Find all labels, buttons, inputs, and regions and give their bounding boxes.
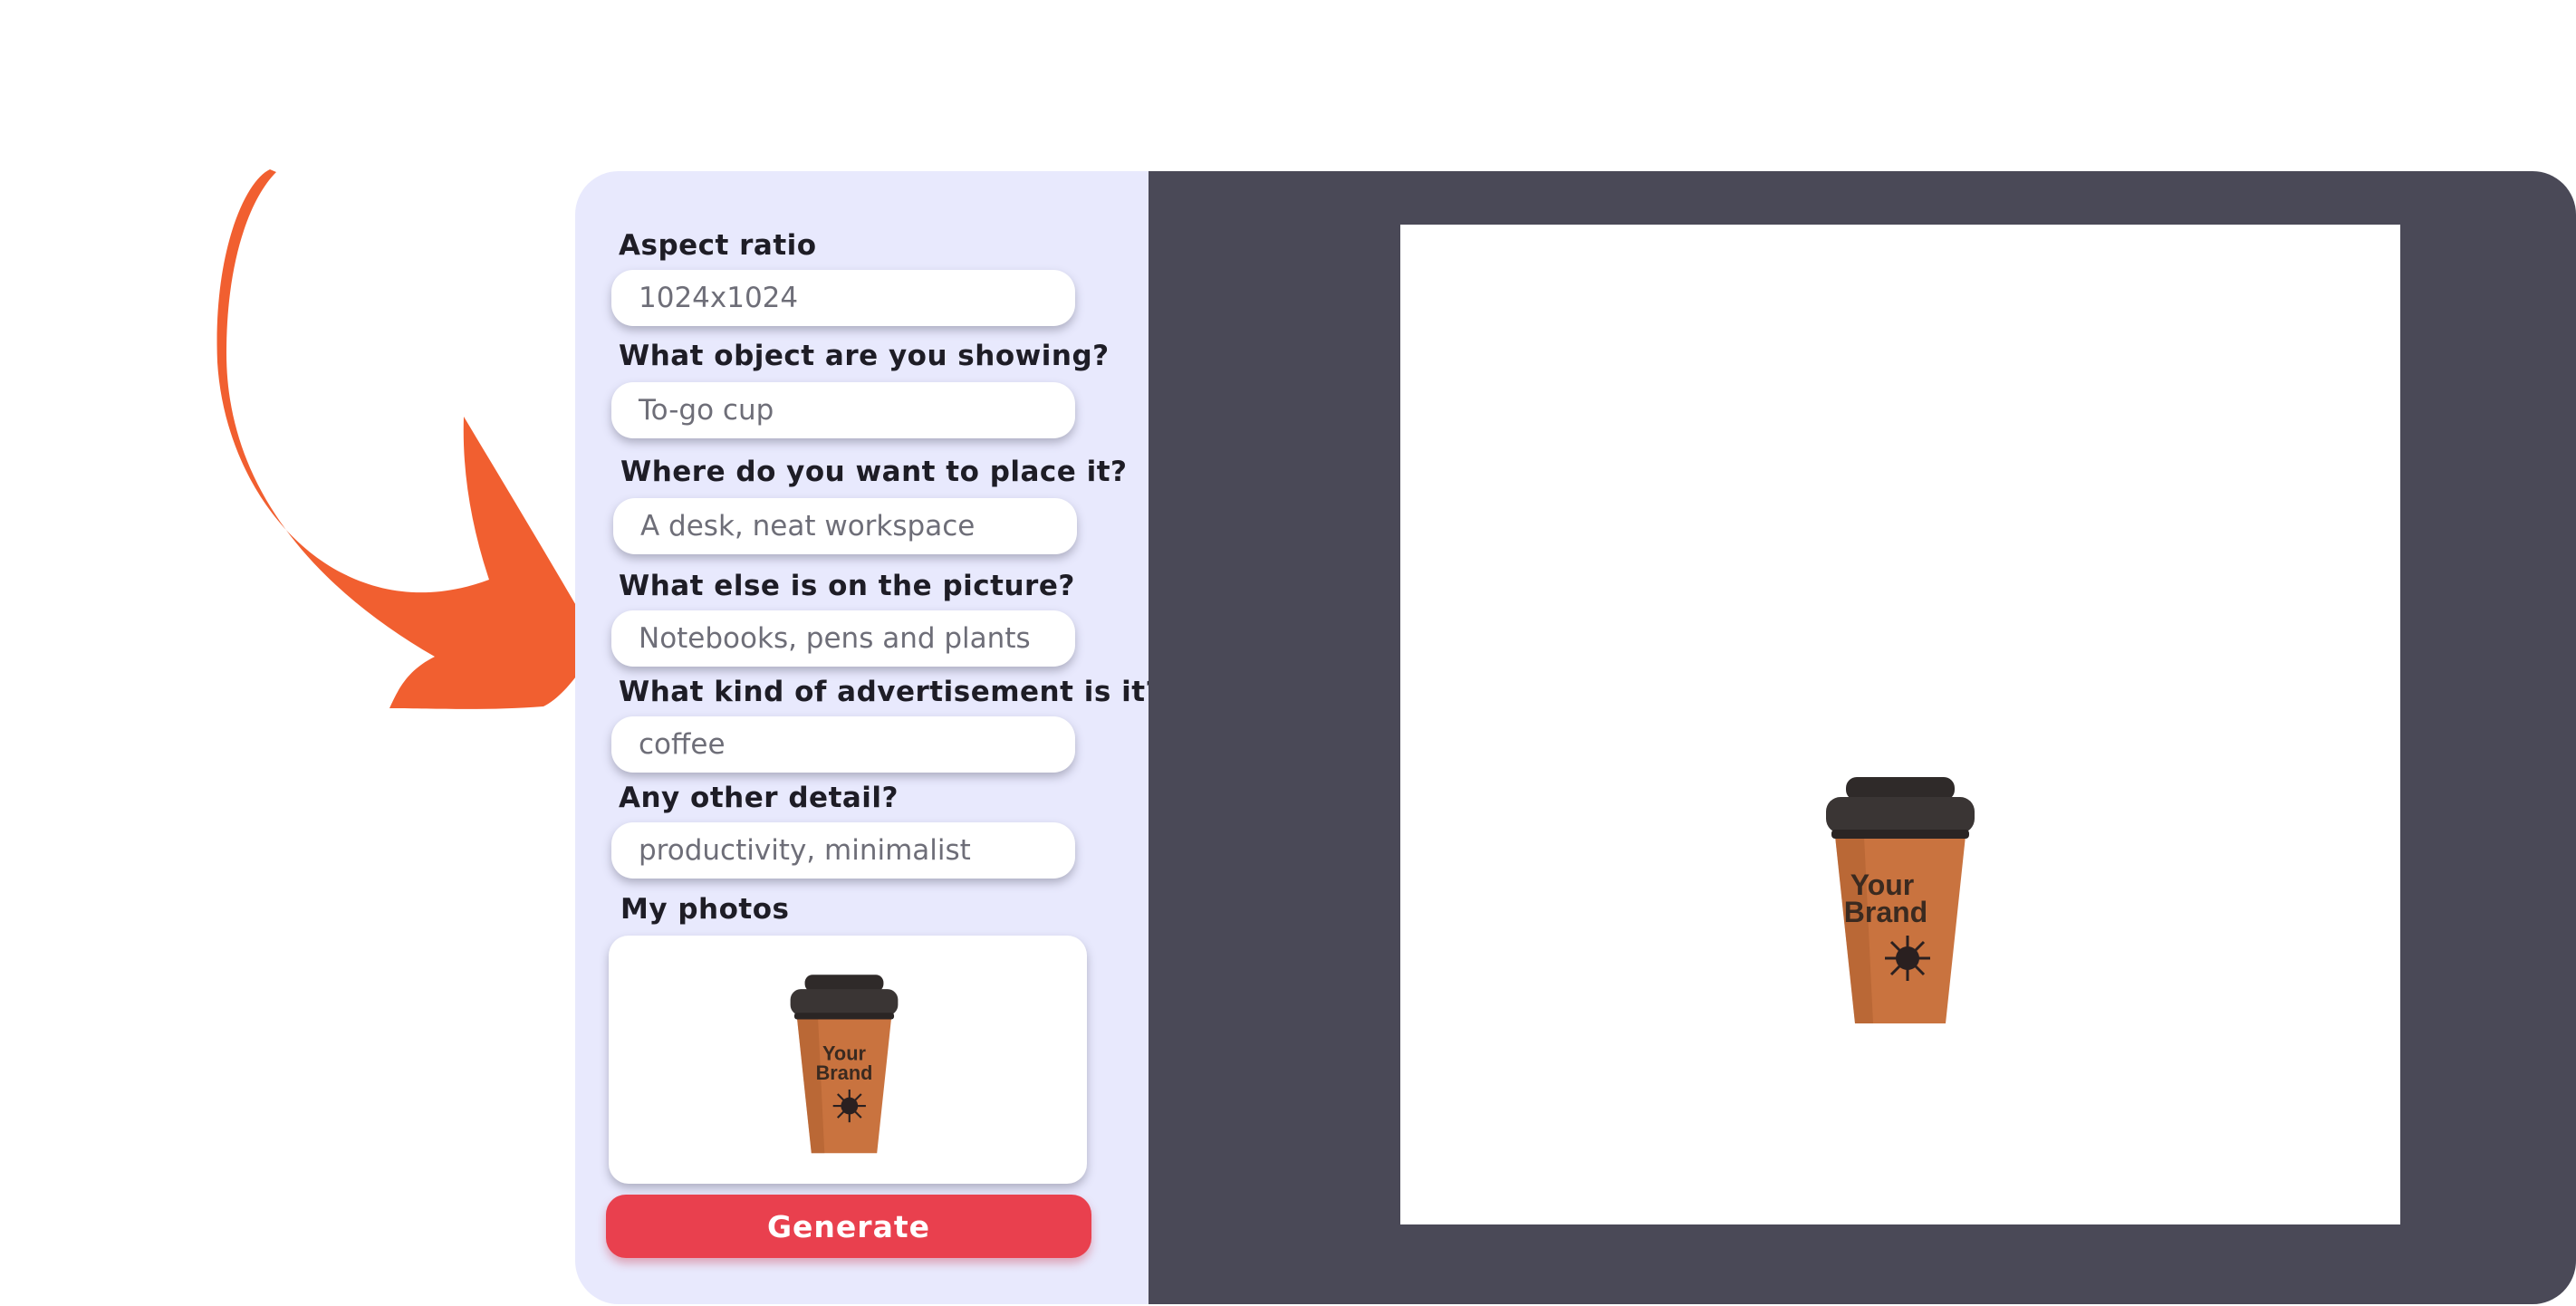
other-detail-label: Any other detail? [619,782,899,814]
preview-area: Your Brand [1149,171,2576,1304]
object-label: What object are you showing? [619,340,1110,372]
preview-brand-brand: Brand [1844,896,1927,928]
other-detail-input[interactable]: productivity, minimalist [611,822,1075,879]
coffee-cup-preview: Your Brand [1826,777,1975,1023]
my-photos-label: My photos [620,893,790,926]
my-photos-dropzone[interactable]: Your Brand [609,936,1087,1184]
other-items-label: What else is on the picture? [619,570,1075,602]
ad-type-input[interactable]: coffee [611,716,1075,773]
aspect-ratio-input[interactable]: 1024x1024 [611,270,1075,326]
generated-image-canvas: Your Brand [1400,225,2400,1224]
ad-type-label: What kind of advertisement is it? [619,676,1163,708]
app-window: Aspect ratio 1024x1024 What object are y… [575,171,2576,1304]
other-items-input[interactable]: Notebooks, pens and plants [611,610,1075,667]
placement-label: Where do you want to place it? [620,456,1128,488]
generate-button[interactable]: Generate [606,1195,1091,1258]
coffee-cup-thumbnail[interactable]: Your Brand [776,968,912,1158]
settings-panel: Aspect ratio 1024x1024 What object are y… [575,171,1162,1304]
cup-brand-brand: Brand [816,1061,873,1084]
aspect-ratio-label: Aspect ratio [619,229,817,262]
placement-input[interactable]: A desk, neat workspace [613,498,1077,554]
object-input[interactable]: To-go cup [611,382,1075,438]
